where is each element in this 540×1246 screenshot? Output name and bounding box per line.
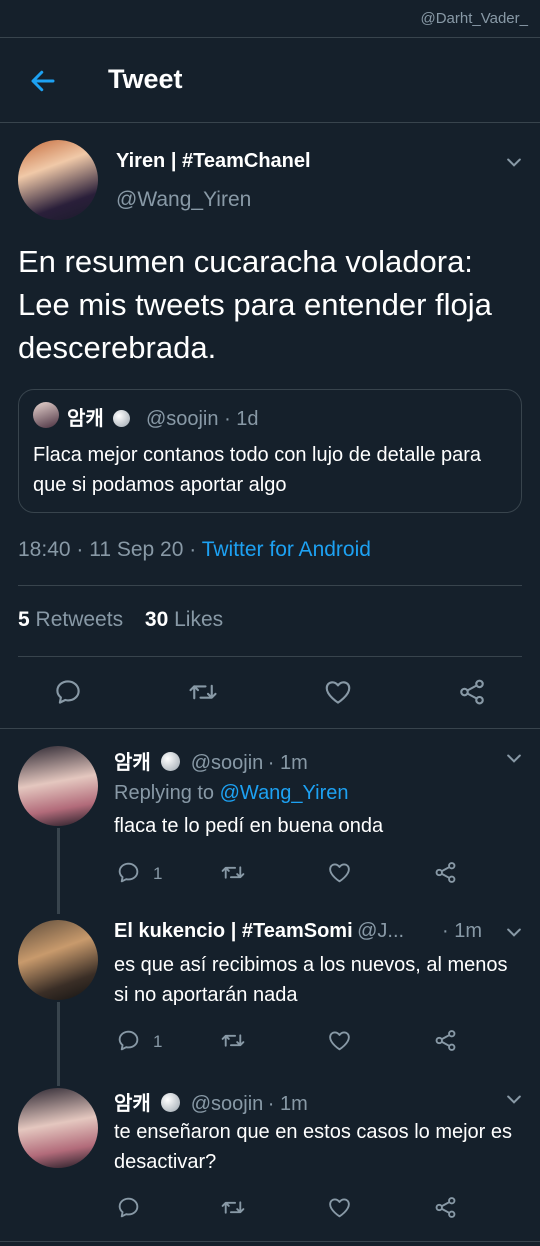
reply-author-handle[interactable]: @soojin — [191, 1093, 264, 1115]
reply-icon[interactable] — [116, 1195, 141, 1220]
reply-icon[interactable] — [116, 1028, 141, 1053]
thread-line — [57, 1002, 60, 1086]
chevron-down-icon[interactable] — [504, 1089, 524, 1109]
reply-icon[interactable] — [116, 860, 141, 885]
divider — [0, 1241, 540, 1242]
divider — [0, 122, 540, 123]
chevron-down-icon[interactable] — [504, 748, 524, 768]
divider — [0, 37, 540, 38]
author-name[interactable]: Yiren | #TeamChanel — [116, 150, 311, 173]
share-icon[interactable] — [457, 677, 487, 707]
avatar[interactable] — [18, 746, 98, 826]
reply-author-name[interactable]: 암캐 — [114, 752, 151, 774]
tweet-source-link[interactable]: Twitter for Android — [202, 538, 371, 561]
like-heart-icon[interactable] — [327, 1028, 352, 1053]
quote-author-handle: @soojin — [145, 408, 219, 430]
verified-circle-icon — [161, 1093, 181, 1112]
watermark: @Darht_Vader_ — [420, 10, 528, 27]
reply-header: El kukencio | #TeamSomi @J... — [114, 920, 494, 943]
tweet-stats: 5 Retweets 30 Likes — [18, 608, 223, 632]
quoted-tweet[interactable]: 암캐 @soojin · 1d Flaca mejor contanos tod… — [18, 389, 522, 513]
verified-circle-icon — [161, 752, 181, 771]
tweet-timestamp: 18:40 · 11 Sep 20 · — [18, 538, 197, 561]
reply-text: flaca te lo pedí en buena onda — [114, 815, 384, 837]
page-title: Tweet — [108, 64, 183, 94]
reply-author-name[interactable]: El kukencio | #TeamSomi — [114, 920, 353, 942]
divider — [0, 728, 540, 729]
like-heart-icon[interactable] — [327, 1195, 352, 1220]
replying-to-link[interactable]: @Wang_Yiren — [220, 782, 349, 804]
chevron-down-icon[interactable] — [504, 152, 524, 172]
chevron-down-icon[interactable] — [504, 922, 524, 942]
retweet-icon[interactable] — [219, 1028, 247, 1053]
reply-time: · 1m — [442, 920, 482, 942]
author-handle[interactable]: @Wang_Yiren — [116, 188, 251, 212]
share-icon[interactable] — [433, 1028, 458, 1053]
divider — [18, 656, 522, 657]
reply-time: · 1m — [267, 752, 308, 774]
verified-circle-icon — [113, 410, 131, 427]
retweets-stat[interactable]: 5 Retweets — [18, 608, 123, 631]
quote-text: Flaca mejor contanos todo con lujo de de… — [33, 444, 482, 496]
divider — [18, 585, 522, 586]
share-icon[interactable] — [433, 1195, 458, 1220]
retweet-icon[interactable] — [219, 860, 247, 885]
reply-author-name[interactable]: 암캐 — [114, 1093, 151, 1115]
reply-time: · 1m — [267, 1093, 308, 1115]
reply-header: 암캐 @soojin · 1m — [114, 746, 308, 775]
tweet-text: En resumen cucaracha voladora: Lee mis t… — [18, 244, 492, 365]
like-heart-icon[interactable] — [327, 860, 352, 885]
reply-count: 1 — [153, 864, 163, 883]
quote-author-name: 암캐 — [67, 408, 104, 430]
avatar[interactable] — [18, 140, 98, 220]
tweet-meta: 18:40 · 11 Sep 20 · Twitter for Android — [18, 538, 371, 562]
reply-count: 1 — [153, 1032, 163, 1051]
replying-to: Replying to @Wang_Yiren — [114, 782, 349, 804]
reply-text: te enseñaron que en estos casos lo mejor… — [114, 1121, 513, 1173]
reply-text: es que así recibimos a los nuevos, al me… — [114, 954, 508, 1006]
like-heart-icon[interactable] — [323, 677, 353, 707]
likes-stat[interactable]: 30 Likes — [145, 608, 223, 631]
reply-header: 암캐 @soojin · 1m — [114, 1087, 308, 1116]
quote-time: · 1d — [224, 408, 259, 430]
back-arrow-icon[interactable] — [28, 66, 58, 96]
reply-author-handle[interactable]: @J... — [357, 920, 404, 942]
avatar[interactable] — [18, 920, 98, 1000]
reply-icon[interactable] — [53, 677, 83, 707]
thread-line — [57, 828, 60, 914]
quote-avatar — [33, 402, 59, 428]
reply-author-handle[interactable]: @soojin — [191, 752, 264, 774]
retweet-icon[interactable] — [187, 677, 219, 707]
retweet-icon[interactable] — [219, 1195, 247, 1220]
avatar[interactable] — [18, 1088, 98, 1168]
share-icon[interactable] — [433, 860, 458, 885]
